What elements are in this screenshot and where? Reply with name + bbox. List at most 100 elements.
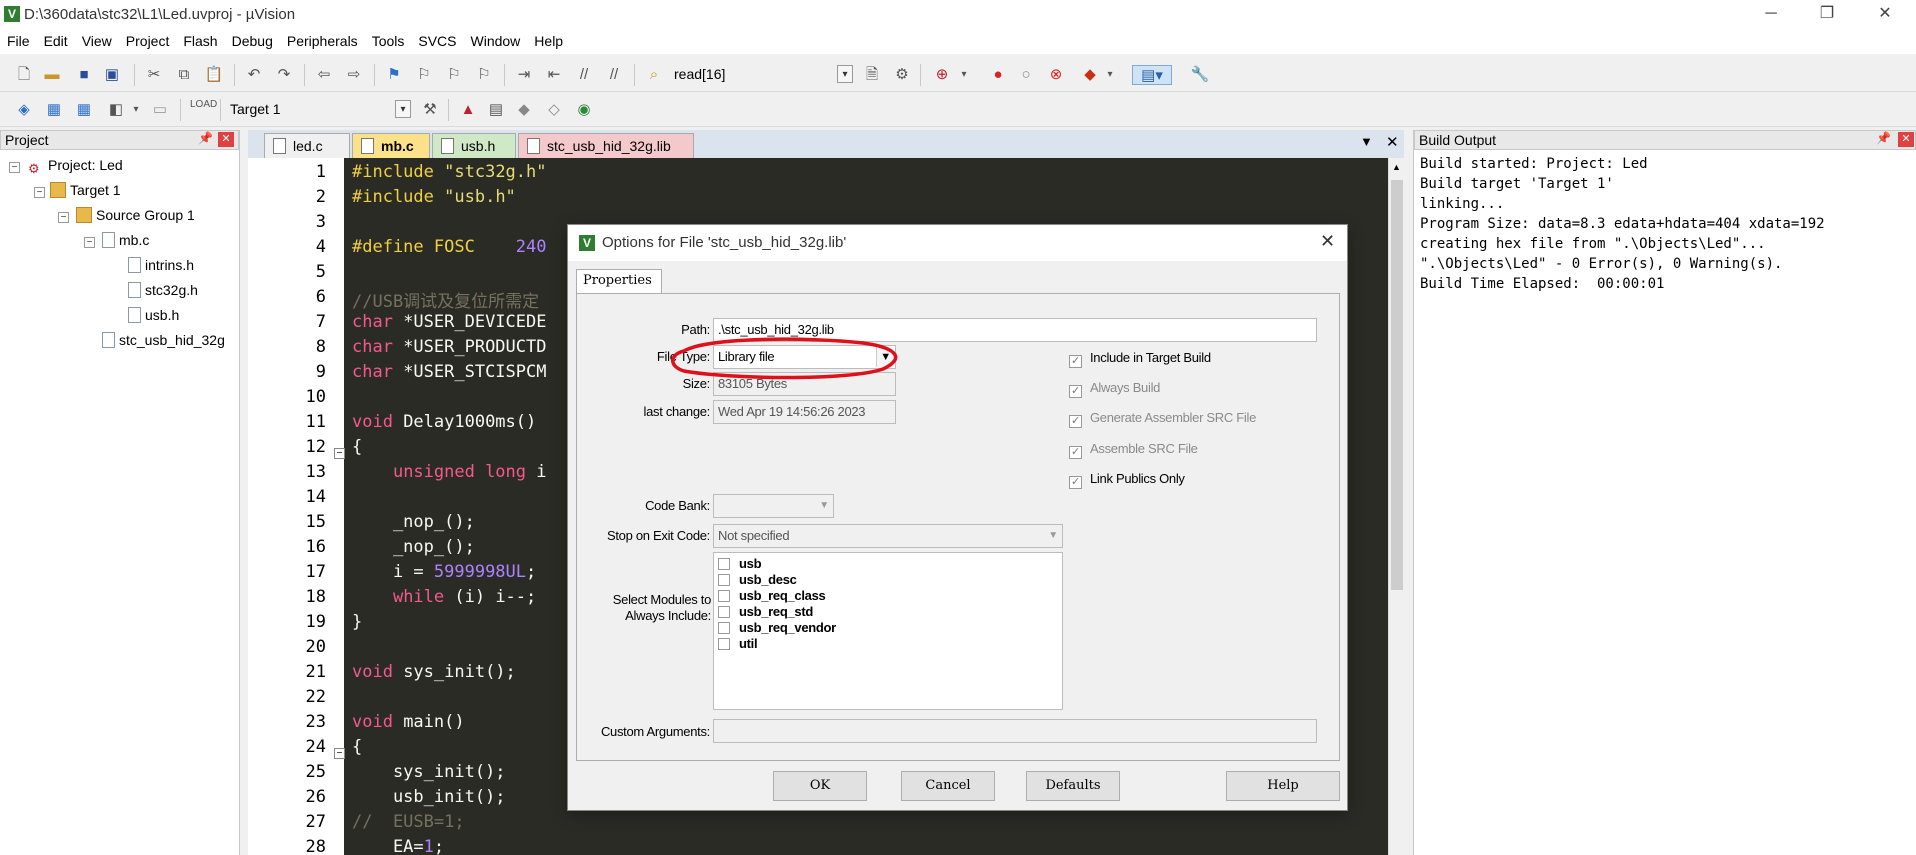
copy-icon[interactable]: ⧉ bbox=[174, 65, 194, 85]
next-bookmark-icon[interactable]: ⚐ bbox=[444, 65, 464, 85]
clear-bookmarks-icon[interactable]: ⚐ bbox=[474, 65, 494, 85]
select-pack-icon[interactable]: ◇ bbox=[544, 100, 564, 120]
chevron-down-icon[interactable]: ▾ bbox=[395, 100, 411, 118]
checkbox-icon[interactable] bbox=[718, 606, 730, 618]
nav-forward-icon[interactable]: ⇨ bbox=[344, 65, 364, 85]
redo-icon[interactable]: ↷ bbox=[274, 65, 294, 85]
help-button[interactable]: Help bbox=[1226, 771, 1340, 801]
tree-file-usb[interactable]: usb.h bbox=[128, 307, 179, 323]
tree-file-intrins[interactable]: intrins.h bbox=[128, 257, 194, 273]
tree-file-lib[interactable]: stc_usb_hid_32g bbox=[102, 332, 238, 348]
menu-tools[interactable]: Tools bbox=[365, 30, 412, 49]
module-item[interactable]: usb bbox=[718, 556, 762, 571]
menu-flash[interactable]: Flash bbox=[176, 30, 224, 49]
pin-icon[interactable]: 📌 bbox=[198, 131, 213, 145]
tree-source-group[interactable]: Source Group 1 bbox=[76, 207, 195, 223]
tab-stc-usb-hid-lib[interactable]: stc_usb_hid_32g.lib bbox=[518, 133, 694, 158]
batch-build-icon[interactable]: ◧ bbox=[106, 100, 126, 120]
modules-list[interactable]: usb usb_desc usb_req_class usb_req_std u… bbox=[713, 552, 1063, 710]
tree-target[interactable]: Target 1 bbox=[50, 182, 121, 198]
tab-list-icon[interactable]: ▼ bbox=[1360, 134, 1373, 149]
menu-view[interactable]: View bbox=[75, 30, 119, 49]
tab-led-c[interactable]: led.c bbox=[264, 133, 350, 158]
window-layout-icon[interactable]: ▤▾ bbox=[1132, 65, 1172, 85]
chevron-down-icon[interactable]: ▾ bbox=[1100, 65, 1120, 85]
collapse-icon[interactable]: − bbox=[9, 162, 20, 173]
module-item[interactable]: usb_desc bbox=[718, 572, 797, 587]
pin-icon[interactable]: 📌 bbox=[1876, 131, 1891, 145]
target-options-icon[interactable]: ⚒ bbox=[420, 100, 440, 120]
chevron-down-icon[interactable]: ▾ bbox=[837, 65, 853, 83]
stop-build-icon[interactable]: ▭ bbox=[150, 100, 170, 120]
tree-project[interactable]: ⚙ Project: Led bbox=[28, 157, 123, 177]
tab-properties[interactable]: Properties bbox=[576, 269, 662, 293]
save-icon[interactable]: ■ bbox=[74, 65, 94, 85]
checkbox-icon[interactable] bbox=[718, 590, 730, 602]
scroll-up-icon[interactable]: ▲ bbox=[1392, 162, 1401, 172]
module-item[interactable]: usb_req_std bbox=[718, 604, 813, 619]
save-all-icon[interactable]: ▣ bbox=[102, 65, 122, 85]
cut-icon[interactable]: ✂ bbox=[144, 65, 164, 85]
module-item[interactable]: usb_req_vendor bbox=[718, 620, 836, 635]
defaults-button[interactable]: Defaults bbox=[1026, 771, 1120, 801]
find-icon[interactable]: 🗎 bbox=[862, 65, 882, 85]
scroll-thumb[interactable] bbox=[1391, 180, 1403, 590]
bookmark-icon[interactable]: ⚑ bbox=[384, 65, 404, 85]
tab-usb-h[interactable]: usb.h bbox=[432, 133, 516, 158]
debug-session-icon[interactable]: ⊕ bbox=[932, 65, 952, 85]
chevron-down-icon[interactable]: ▾ bbox=[954, 65, 974, 85]
incremental-find-icon[interactable]: ⚙ bbox=[892, 65, 912, 85]
manage-components-icon[interactable]: ▲ bbox=[458, 100, 478, 120]
collapse-icon[interactable]: − bbox=[84, 237, 95, 248]
find-in-files-icon[interactable]: ⌕ bbox=[644, 65, 664, 85]
menu-peripherals[interactable]: Peripherals bbox=[280, 30, 365, 49]
find-combo[interactable]: read[16] ▾ bbox=[670, 64, 854, 86]
module-item[interactable]: usb_req_class bbox=[718, 588, 826, 603]
breakpoint-icon[interactable]: ● bbox=[988, 65, 1008, 85]
checkbox-icon[interactable] bbox=[718, 622, 730, 634]
module-item[interactable]: util bbox=[718, 636, 758, 651]
editor-scrollbar[interactable]: ▲ bbox=[1388, 158, 1404, 855]
menu-project[interactable]: Project bbox=[119, 30, 177, 49]
include-in-build-checkbox[interactable]: ✓ Include in Target Build bbox=[1069, 350, 1211, 368]
configure-icon[interactable]: 🔧 bbox=[1190, 65, 1210, 85]
code-bank-select[interactable]: ▼ bbox=[713, 494, 834, 518]
stop-on-exit-select[interactable]: Not specified ▼ bbox=[713, 524, 1063, 548]
close-icon[interactable]: ✕ bbox=[1898, 132, 1914, 147]
uncomment-icon[interactable]: // bbox=[604, 65, 624, 85]
config-flash-icon[interactable]: ◆ bbox=[1080, 65, 1100, 85]
close-tab-icon[interactable]: ✕ bbox=[1386, 133, 1399, 151]
download-icon[interactable]: LOAD bbox=[190, 100, 217, 120]
translate-icon[interactable]: ◈ bbox=[14, 100, 34, 120]
menu-file[interactable]: File bbox=[0, 30, 37, 49]
file-extensions-icon[interactable]: ▤ bbox=[486, 100, 506, 120]
menu-help[interactable]: Help bbox=[527, 30, 570, 49]
new-file-icon[interactable]: 🗋 bbox=[14, 65, 34, 85]
dialog-close-icon[interactable]: ✕ bbox=[1320, 231, 1335, 252]
disable-breakpoint-icon[interactable]: ○ bbox=[1016, 65, 1036, 85]
menu-window[interactable]: Window bbox=[464, 30, 528, 49]
menu-edit[interactable]: Edit bbox=[37, 30, 75, 49]
tab-mb-c[interactable]: mb.c bbox=[352, 133, 430, 158]
prev-bookmark-icon[interactable]: ⚐ bbox=[414, 65, 434, 85]
minimize-button[interactable]: ─ bbox=[1744, 0, 1798, 30]
checkbox-icon[interactable] bbox=[718, 638, 730, 650]
tree-file-mb[interactable]: mb.c bbox=[102, 232, 149, 248]
open-file-icon[interactable]: ▬ bbox=[42, 65, 62, 85]
close-window-button[interactable]: ✕ bbox=[1858, 0, 1912, 30]
tree-file-stc32g[interactable]: stc32g.h bbox=[128, 282, 198, 298]
manage-packs-icon[interactable]: ◆ bbox=[514, 100, 534, 120]
custom-arguments-field[interactable] bbox=[713, 719, 1317, 743]
collapse-icon[interactable]: − bbox=[34, 187, 45, 198]
run-time-env-icon[interactable]: ◉ bbox=[574, 100, 594, 120]
undo-icon[interactable]: ↶ bbox=[244, 65, 264, 85]
ok-button[interactable]: OK bbox=[773, 771, 867, 801]
close-icon[interactable]: ✕ bbox=[218, 132, 234, 147]
paste-icon[interactable]: 📋 bbox=[204, 65, 224, 85]
cancel-button[interactable]: Cancel bbox=[901, 771, 995, 801]
comment-icon[interactable]: // bbox=[574, 65, 594, 85]
collapse-icon[interactable]: − bbox=[58, 212, 69, 223]
menu-debug[interactable]: Debug bbox=[225, 30, 280, 49]
chevron-down-icon[interactable]: ▾ bbox=[126, 100, 146, 120]
nav-back-icon[interactable]: ⇦ bbox=[314, 65, 334, 85]
